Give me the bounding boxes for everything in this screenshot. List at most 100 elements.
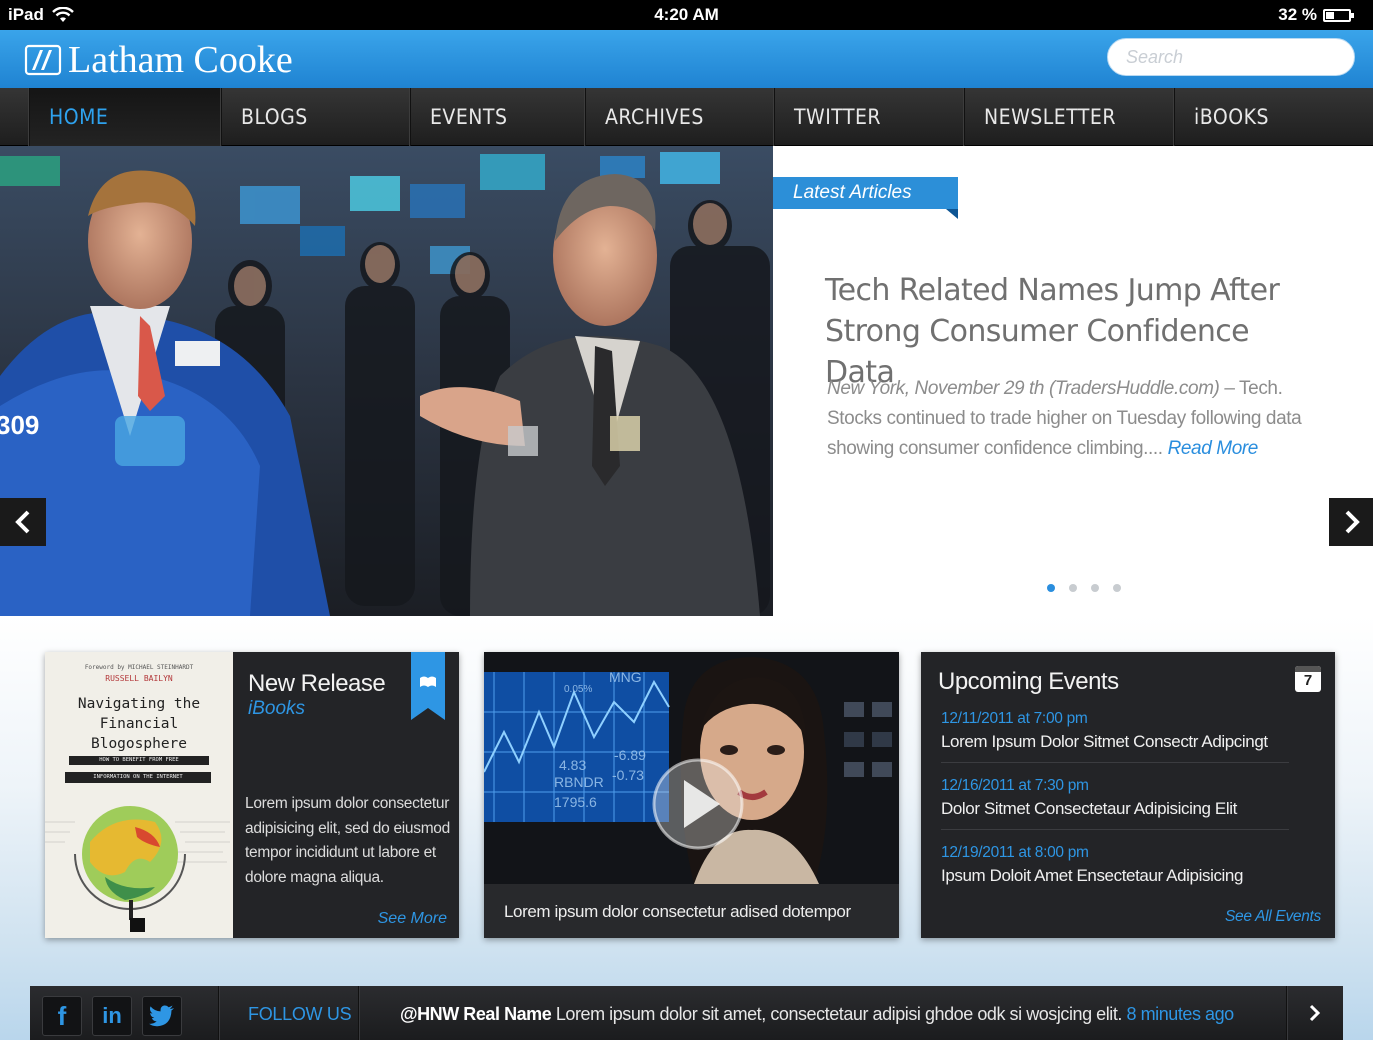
social-footer: f in FOLLOW US @HNW Real Name Lorem ipsu… [30, 986, 1343, 1040]
see-all-events-link[interactable]: See All Events [1225, 908, 1321, 926]
ticker-text: -0.73 [612, 767, 644, 783]
new-release-title: New Release [248, 670, 386, 697]
tweet-handle: @HNW Real Name [400, 1004, 552, 1024]
latest-tweet[interactable]: @HNW Real Name Lorem ipsum dolor sit ame… [400, 1004, 1280, 1025]
new-release-info: New Release iBooks Lorem ipsum dolor con… [233, 652, 459, 938]
hero-photo: 309 [0, 146, 773, 616]
twitter-icon [149, 1005, 174, 1027]
site-header: Latham Cooke [0, 30, 1373, 88]
battery-percent: 32 % [1278, 5, 1317, 24]
calendar-icon: 7 [1295, 666, 1321, 692]
event-divider [941, 829, 1289, 830]
nav-item-home[interactable]: HOME [30, 88, 222, 146]
article-dateline: New York, November 29 th (TradersHuddle.… [827, 378, 1220, 399]
book-title-line: Navigating the [77, 696, 201, 712]
chevron-right-icon [1309, 1004, 1321, 1022]
event-date: 12/19/2011 at 8:00 pm [941, 844, 1089, 861]
ticker-text: RBNDR [554, 774, 604, 790]
ticker-text: -6.89 [614, 747, 646, 763]
ticker-text: 4.83 [559, 757, 586, 773]
main-nav: HOME BLOGS EVENTS ARCHIVES TWITTER NEWSL… [0, 88, 1373, 146]
nav-item-events[interactable]: EVENTS [411, 88, 586, 146]
tweet-text: Lorem ipsum dolor sit amet, consectetaur… [551, 1004, 1127, 1024]
video-caption: Lorem ipsum dolor consectetur adised dot… [504, 902, 851, 921]
event-item[interactable]: 12/19/2011 at 8:00 pm Ipsum Doloit Amet … [941, 844, 1289, 886]
event-date: 12/11/2011 at 7:00 pm [941, 710, 1088, 727]
nav-item-blogs[interactable]: BLOGS [222, 88, 411, 146]
logo-mark-icon [24, 44, 62, 76]
calendar-day: 7 [1303, 672, 1313, 689]
chevron-right-icon [1345, 510, 1360, 534]
status-right: 32 % [1278, 5, 1354, 25]
book-author: RUSSELL BAILYN [105, 674, 173, 683]
event-title: Dolor Sitmet Consectetaur Adipisicing El… [941, 799, 1237, 818]
brand-name: Latham Cooke [68, 39, 293, 81]
new-release-subtitle: iBooks [248, 698, 306, 719]
slider-dot[interactable] [1091, 584, 1099, 592]
book-title-block: Navigating the Financial Blogosphere [45, 694, 233, 754]
bookmark-icon [411, 652, 445, 720]
event-item[interactable]: 12/11/2011 at 7:00 pm Lorem Ipsum Dolor … [941, 710, 1289, 763]
new-release-card[interactable]: Foreword by MICHAEL STEINHARDT RUSSELL B… [45, 652, 459, 938]
book-title-line: Financial [99, 716, 179, 732]
nav-item-archives[interactable]: ARCHIVES [586, 88, 775, 146]
book-title-line: Blogosphere [90, 736, 188, 752]
hero-slider: 309 Latest Articles Tech Related Names J… [0, 146, 1373, 616]
lower-section: Foreword by MICHAEL STEINHARDT RUSSELL B… [0, 616, 1373, 1040]
event-item[interactable]: 12/16/2011 at 7:30 pm Dolor Sitmet Conse… [941, 777, 1289, 830]
nav-item-newsletter[interactable]: NEWSLETTER [965, 88, 1175, 146]
new-release-description: Lorem ipsum dolor consectetur adipisicin… [245, 795, 450, 886]
ticker-text: 0.05% [564, 684, 592, 695]
events-list: 12/11/2011 at 7:00 pm Lorem Ipsum Dolor … [941, 710, 1289, 886]
event-date: 12/16/2011 at 7:30 pm [941, 777, 1089, 794]
slider-dot[interactable] [1069, 584, 1077, 592]
slider-pagination [1047, 584, 1121, 592]
slider-dot[interactable] [1113, 584, 1121, 592]
slider-dot[interactable] [1047, 584, 1055, 592]
logo[interactable]: Latham Cooke [24, 38, 293, 82]
upcoming-events-card: Upcoming Events 7 12/11/2011 at 7:00 pm … [921, 652, 1335, 938]
tweet-time: 8 minutes ago [1126, 1004, 1235, 1024]
clock: 4:20 AM [654, 5, 719, 24]
chevron-left-icon [15, 510, 30, 534]
event-divider [941, 762, 1289, 763]
trading-floor-image: 309 [0, 146, 773, 616]
book-band-1: HOW TO BENEFIT FROM FREE [69, 756, 209, 765]
read-more-link[interactable]: Read More [1168, 438, 1259, 459]
video-caption-bar: Lorem ipsum dolor consectetur adised dot… [484, 884, 899, 938]
video-thumbnail[interactable]: MNG 0.05% 4.83 -6.89 RBNDR -0.73 1795.6 [484, 652, 899, 884]
footer-divider [358, 986, 359, 1040]
book-cover[interactable]: Foreword by MICHAEL STEINHARDT RUSSELL B… [45, 652, 233, 938]
event-title: Ipsum Doloit Amet Ensectetaur Adipisicin… [941, 866, 1244, 885]
battery-fill [1326, 11, 1334, 19]
see-more-link[interactable]: See More [378, 910, 447, 928]
book-foreword: Foreword by MICHAEL STEINHARDT [84, 664, 194, 671]
article-summary: New York, November 29 th (TradersHuddle.… [827, 374, 1317, 464]
battery-icon [1323, 8, 1354, 22]
hero-photo-badge: 309 [0, 410, 39, 440]
globe-illustration [45, 806, 230, 932]
linkedin-icon: in [102, 1003, 122, 1028]
linkedin-button[interactable]: in [92, 996, 132, 1036]
facebook-button[interactable]: f [42, 996, 82, 1036]
slider-next-button[interactable] [1329, 498, 1373, 546]
nav-item-twitter[interactable]: TWITTER [775, 88, 965, 146]
facebook-icon: f [57, 1000, 67, 1031]
slider-prev-button[interactable] [0, 498, 46, 546]
status-bar: iPad 4:20 AM 32 % [0, 0, 1373, 30]
ticker-text: 1795.6 [554, 794, 597, 810]
latest-articles-ribbon: Latest Articles [773, 177, 958, 219]
nav-item-ibooks[interactable]: iBOOKS [1175, 88, 1373, 146]
video-card[interactable]: MNG 0.05% 4.83 -6.89 RBNDR -0.73 1795.6 [484, 652, 899, 938]
latest-articles-panel: Latest Articles Tech Related Names Jump … [773, 146, 1373, 616]
footer-divider [218, 986, 219, 1040]
event-title: Lorem Ipsum Dolor Sitmet Consectr Adipci… [941, 732, 1268, 751]
tweet-next-button[interactable] [1287, 986, 1343, 1040]
nav-lead-spacer [0, 88, 30, 146]
book-band-2: INFORMATION ON THE INTERNET [65, 772, 211, 783]
search-input[interactable] [1107, 38, 1355, 76]
ticker-text: MNG [609, 669, 642, 685]
events-title: Upcoming Events [938, 668, 1119, 695]
follow-us-label[interactable]: FOLLOW US [248, 1004, 352, 1025]
twitter-button[interactable] [142, 996, 182, 1036]
